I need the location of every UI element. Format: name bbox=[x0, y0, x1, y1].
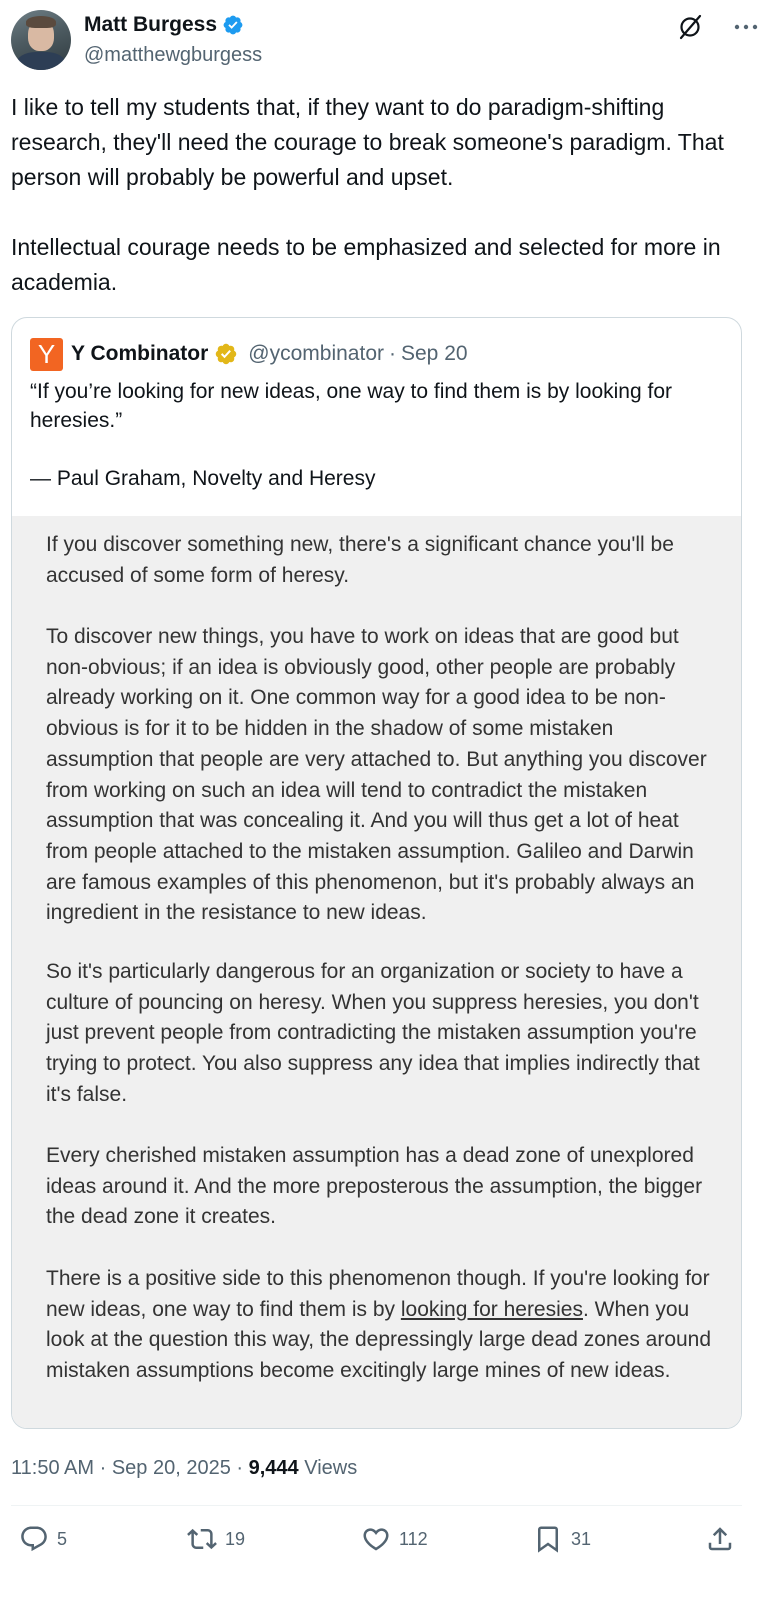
heart-icon bbox=[363, 1528, 389, 1551]
yc-logo: Y bbox=[30, 337, 63, 371]
grok-icon[interactable] bbox=[677, 14, 703, 40]
action-bar: 5 19 112 31 bbox=[11, 1524, 751, 1560]
tweet-meta: 11:50 AM · Sep 20, 2025 · 9,444 Views bbox=[11, 1455, 357, 1481]
quoted-tweet-text: “If you’re looking for new ideas, one wa… bbox=[30, 380, 672, 490]
quoted-tweet-card[interactable]: Y Y Combinator @ycombinator · Sep 20 “If… bbox=[11, 317, 742, 1429]
reply-count: 5 bbox=[57, 1528, 68, 1549]
meta-separator: · bbox=[99, 1457, 107, 1479]
repost-button[interactable]: 19 bbox=[187, 1524, 245, 1554]
divider bbox=[11, 1505, 742, 1506]
share-icon bbox=[708, 1527, 732, 1551]
essay-paragraph-3: So it's particularly dangerous for an or… bbox=[46, 960, 700, 1106]
essay-link-text: looking for heresies bbox=[400, 1297, 583, 1321]
quoted-display-name: Y Combinator bbox=[71, 342, 209, 365]
quoted-tweet-header: Y Y Combinator @ycombinator · Sep 20 bbox=[30, 337, 468, 371]
gold-verified-badge-icon bbox=[216, 343, 237, 365]
author-display-name[interactable]: Matt Burgess bbox=[84, 12, 217, 38]
more-icon[interactable] bbox=[731, 14, 761, 40]
meta-separator: · bbox=[236, 1457, 244, 1479]
share-button[interactable] bbox=[705, 1524, 735, 1554]
essay-paragraph-1: If you discover something new, there's a… bbox=[46, 533, 674, 587]
essay-image[interactable]: If you discover something new, there's a… bbox=[12, 516, 741, 1428]
like-count: 112 bbox=[399, 1528, 428, 1549]
essay-paragraph-5: There is a positive side to this phenome… bbox=[46, 1264, 726, 1387]
like-button[interactable]: 112 bbox=[361, 1524, 428, 1554]
bookmark-button[interactable]: 31 bbox=[533, 1524, 591, 1554]
views-count: 9,444 bbox=[248, 1457, 299, 1479]
bookmark-icon bbox=[538, 1526, 558, 1553]
reply-icon bbox=[21, 1526, 47, 1552]
tweet-header: Matt Burgess @matthewgburgess bbox=[11, 10, 761, 70]
reply-button[interactable]: 5 bbox=[19, 1524, 67, 1554]
repost-count: 19 bbox=[225, 1528, 246, 1549]
bookmark-count: 31 bbox=[571, 1528, 592, 1549]
avatar[interactable] bbox=[11, 10, 71, 70]
essay-paragraph-2: To discover new things, you have to work… bbox=[46, 625, 707, 925]
quoted-separator: · bbox=[389, 342, 396, 365]
repost-icon bbox=[187, 1528, 217, 1550]
tweet-date[interactable]: Sep 20, 2025 bbox=[112, 1457, 231, 1479]
essay-paragraph-4: Every cherished mistaken assumption has … bbox=[46, 1144, 703, 1229]
author-handle[interactable]: @matthewgburgess bbox=[84, 42, 262, 68]
quoted-handle: @ycombinator bbox=[248, 342, 384, 365]
author-name-row: Matt Burgess bbox=[84, 12, 244, 38]
tweet-text: I like to tell my students that, if they… bbox=[11, 94, 724, 295]
verified-badge-icon bbox=[223, 15, 243, 35]
views-label: Views bbox=[304, 1457, 358, 1479]
tweet-time[interactable]: 11:50 AM bbox=[11, 1457, 94, 1479]
quoted-date: Sep 20 bbox=[401, 342, 468, 365]
